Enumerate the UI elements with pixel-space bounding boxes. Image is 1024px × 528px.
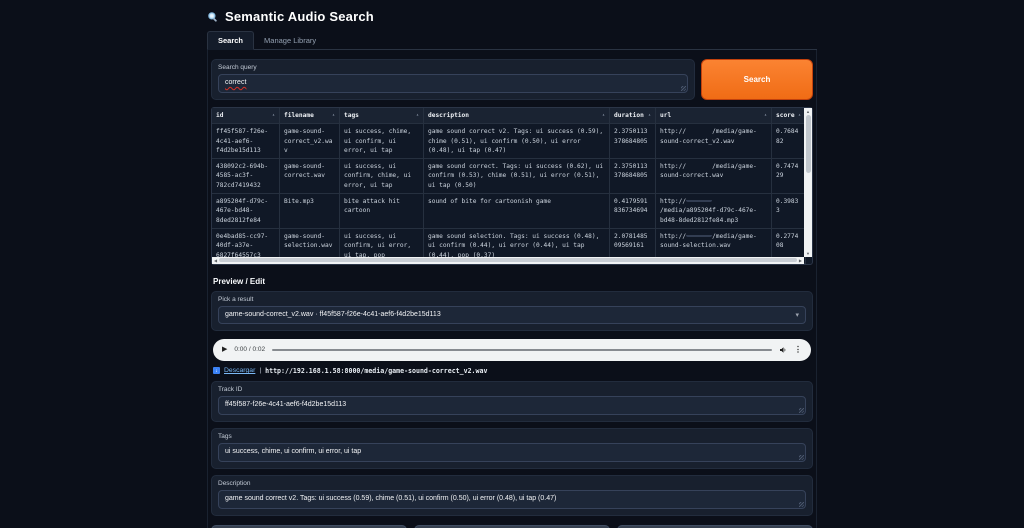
sort-icon[interactable]: ▴ <box>272 112 275 120</box>
redacted-url-host <box>686 129 712 133</box>
preview-edit-heading: Preview / Edit <box>213 277 811 286</box>
result-dropdown-value: game-sound-correct_v2.wav · ff45f587-f26… <box>225 311 441 318</box>
cell-filename: game-sound-correct_v2.wav <box>280 124 340 159</box>
tab-manage-library[interactable]: Manage Library <box>254 32 326 49</box>
cell-duration: 2.3750113378684805 <box>610 159 656 194</box>
cell-filename: game-sound-correct.wav <box>280 159 340 194</box>
cell-duration: 2.3750113378684805 <box>610 124 656 159</box>
table-row[interactable]: ff45f587-f26e-4c41-aef6-f4d2be15d113game… <box>212 124 804 159</box>
tags-input[interactable]: ui success, chime, ui confirm, ui error,… <box>218 443 806 462</box>
app-root: Semantic Audio Search Search Manage Libr… <box>207 0 817 528</box>
cell-score: 0.768482 <box>772 124 806 159</box>
table-row[interactable]: a895204f-d79c-467e-bd48-8ded2812fe84Bite… <box>212 194 804 229</box>
column-header-description[interactable]: description▴ <box>424 108 610 124</box>
vertical-scroll-thumb[interactable] <box>806 115 811 173</box>
pick-result-label: Pick a result <box>218 296 806 303</box>
cell-url: http:///media/a895204f-d79c-467e-bd48-8d… <box>656 194 772 229</box>
column-header-id[interactable]: id▴ <box>212 108 280 124</box>
search-query-label: Search query <box>218 64 688 71</box>
download-row: ↓ Descargar | http://192.168.1.58:8000/m… <box>213 367 811 375</box>
description-label: Description <box>218 480 806 487</box>
cell-id: 438092c2-694b-4585-ac3f-782cd7419432 <box>212 159 280 194</box>
sort-icon[interactable]: ▴ <box>764 112 767 120</box>
download-icon: ↓ <box>213 367 220 374</box>
tab-search[interactable]: Search <box>207 31 254 50</box>
cell-duration: 0.4179591836734694 <box>610 194 656 229</box>
results-table: id▴filename▴tags▴description▴duration▴ur… <box>211 107 813 265</box>
cell-description: game sound correct v2. Tags: ui success … <box>424 124 610 159</box>
redacted-url-host <box>686 196 712 202</box>
description-group: Description game sound correct v2. Tags:… <box>211 475 813 516</box>
cell-url: http:///media/game-sound-correct_v2.wav <box>656 124 772 159</box>
search-query-group: Search query correct <box>211 59 695 100</box>
track-id-label: Track ID <box>218 386 806 393</box>
sort-icon[interactable]: ▴ <box>798 112 801 120</box>
redacted-url-host <box>686 164 712 168</box>
tab-bar: Search Manage Library <box>207 31 817 50</box>
sort-icon[interactable]: ▴ <box>648 112 651 120</box>
volume-icon[interactable] <box>779 346 787 354</box>
download-link[interactable]: Descargar <box>224 367 255 374</box>
horizontal-scroll-thumb[interactable] <box>219 258 797 262</box>
cell-url: http:///media/game-sound-correct.wav <box>656 159 772 194</box>
page-title: Semantic Audio Search <box>225 9 374 24</box>
description-input[interactable]: game sound correct v2. Tags: ui success … <box>218 490 806 509</box>
table-row[interactable]: 438092c2-694b-4585-ac3f-782cd7419432game… <box>212 159 804 194</box>
audio-seek-bar[interactable] <box>272 349 772 351</box>
cell-id: a895204f-d79c-467e-bd48-8ded2812fe84 <box>212 194 280 229</box>
redacted-url-host <box>686 231 712 237</box>
magnifier-icon <box>207 11 219 23</box>
chevron-down-icon: ▾ <box>795 311 799 319</box>
column-header-url[interactable]: url▴ <box>656 108 772 124</box>
cell-id: ff45f587-f26e-4c41-aef6-f4d2be15d113 <box>212 124 280 159</box>
search-input[interactable]: correct <box>218 74 688 93</box>
scroll-up-arrow-icon[interactable]: ▲ <box>806 109 810 114</box>
cell-score: 0.39833 <box>772 194 806 229</box>
column-header-filename[interactable]: filename▴ <box>280 108 340 124</box>
search-button[interactable]: Search <box>701 59 813 100</box>
sort-icon[interactable]: ▴ <box>416 112 419 120</box>
cell-tags: ui success, chime, ui confirm, ui error,… <box>340 124 424 159</box>
download-separator: | <box>259 367 261 374</box>
column-header-tags[interactable]: tags▴ <box>340 108 424 124</box>
app-header: Semantic Audio Search <box>207 5 817 31</box>
search-input-value: correct <box>225 79 246 86</box>
table-horizontal-scrollbar[interactable]: ◀ ▶ <box>212 257 804 264</box>
track-id-input[interactable]: ff45f587-f26e-4c41-aef6-f4d2be15d113 <box>218 396 806 415</box>
audio-player[interactable]: ▶ 0:00 / 0:02 ⋮ <box>213 339 811 361</box>
play-icon[interactable]: ▶ <box>222 346 227 353</box>
scroll-down-arrow-icon[interactable]: ▼ <box>806 251 810 256</box>
cell-filename: Bite.mp3 <box>280 194 340 229</box>
column-header-duration[interactable]: duration▴ <box>610 108 656 124</box>
tags-label: Tags <box>218 433 806 440</box>
cell-description: game sound correct. Tags: ui success (0.… <box>424 159 610 194</box>
table-scroll-area: id▴filename▴tags▴description▴duration▴ur… <box>212 108 804 264</box>
cell-tags: ui success, ui confirm, chime, ui error,… <box>340 159 424 194</box>
download-url: http://192.168.1.58:8000/media/game-soun… <box>265 367 487 375</box>
cell-description: sound of bite for cartoonish game <box>424 194 610 229</box>
table-vertical-scrollbar[interactable]: ▲ ▼ <box>804 108 812 257</box>
column-header-score[interactable]: score▴ <box>772 108 806 124</box>
audio-time: 0:00 / 0:02 <box>234 346 265 353</box>
scroll-right-arrow-icon[interactable]: ▶ <box>799 258 802 263</box>
sort-icon[interactable]: ▴ <box>332 112 335 120</box>
search-tab-panel: Search query correct Search id▴filename▴… <box>207 50 817 528</box>
result-dropdown[interactable]: game-sound-correct_v2.wav · ff45f587-f26… <box>218 306 806 324</box>
table-body: ff45f587-f26e-4c41-aef6-f4d2be15d113game… <box>212 124 804 264</box>
tags-group: Tags ui success, chime, ui confirm, ui e… <box>211 428 813 469</box>
kebab-menu-icon[interactable]: ⋮ <box>794 346 802 354</box>
sort-icon[interactable]: ▴ <box>602 112 605 120</box>
cell-score: 0.747429 <box>772 159 806 194</box>
search-row: Search query correct Search <box>211 59 813 100</box>
cell-tags: bite attack hit cartoon <box>340 194 424 229</box>
table-header-row: id▴filename▴tags▴description▴duration▴ur… <box>212 108 804 124</box>
pick-result-group: Pick a result game-sound-correct_v2.wav … <box>211 291 813 331</box>
scroll-left-arrow-icon[interactable]: ◀ <box>214 258 217 263</box>
track-id-group: Track ID ff45f587-f26e-4c41-aef6-f4d2be1… <box>211 381 813 422</box>
